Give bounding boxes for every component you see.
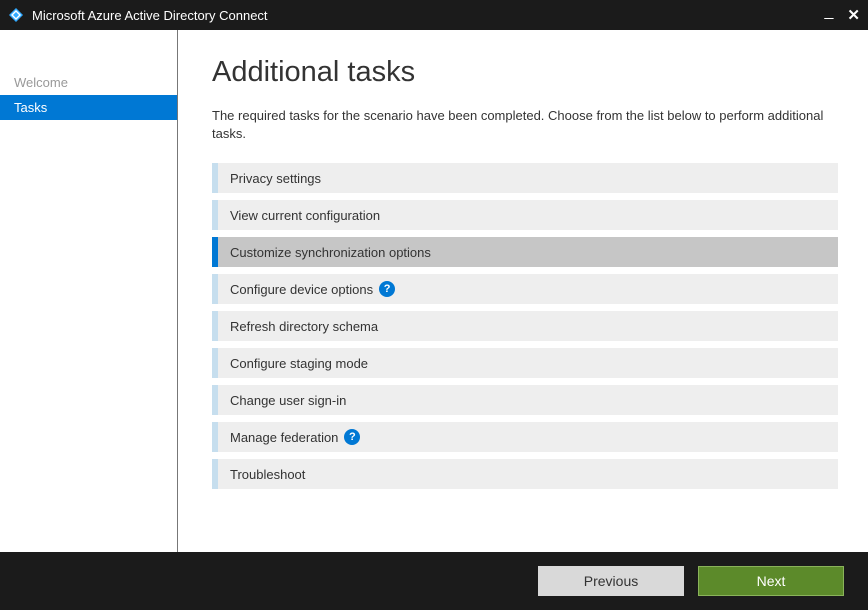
previous-button[interactable]: Previous [538, 566, 684, 596]
page-title: Additional tasks [212, 56, 838, 89]
task-label: View current configuration [218, 208, 380, 223]
task-item[interactable]: Privacy settings [212, 163, 838, 193]
task-label: Refresh directory schema [218, 319, 378, 334]
window-title: Microsoft Azure Active Directory Connect [32, 8, 825, 23]
task-item[interactable]: Troubleshoot [212, 459, 838, 489]
help-icon[interactable]: ? [379, 281, 395, 297]
footer: Previous Next [0, 552, 868, 610]
task-label: Manage federation [218, 430, 338, 445]
task-item[interactable]: Manage federation? [212, 422, 838, 452]
next-button[interactable]: Next [698, 566, 844, 596]
main-content: Additional tasks The required tasks for … [178, 30, 868, 552]
task-label: Privacy settings [218, 171, 321, 186]
task-label: Configure device options [218, 282, 373, 297]
task-label: Customize synchronization options [218, 245, 431, 260]
task-item[interactable]: Customize synchronization options [212, 237, 838, 267]
titlebar: Microsoft Azure Active Directory Connect… [0, 0, 868, 30]
close-button[interactable]: ✕ [847, 8, 860, 23]
sidebar-item-label: Welcome [14, 75, 68, 90]
window-controls: _ ✕ [825, 4, 860, 26]
task-list: Privacy settings View current configurati… [212, 163, 838, 489]
task-label: Change user sign-in [218, 393, 346, 408]
task-item[interactable]: Configure device options? [212, 274, 838, 304]
task-label: Configure staging mode [218, 356, 368, 371]
page-description: The required tasks for the scenario have… [212, 107, 838, 143]
task-item[interactable]: View current configuration [212, 200, 838, 230]
sidebar-item-label: Tasks [14, 100, 47, 115]
sidebar-item-tasks[interactable]: Tasks [0, 95, 177, 120]
task-label: Troubleshoot [218, 467, 305, 482]
task-item[interactable]: Refresh directory schema [212, 311, 838, 341]
sidebar-item-welcome[interactable]: Welcome [0, 70, 177, 95]
minimize-button[interactable]: _ [825, 4, 834, 26]
help-icon[interactable]: ? [344, 429, 360, 445]
sidebar: Welcome Tasks [0, 30, 178, 552]
app-icon [8, 7, 24, 23]
task-item[interactable]: Change user sign-in [212, 385, 838, 415]
task-item[interactable]: Configure staging mode [212, 348, 838, 378]
body-area: Welcome Tasks Additional tasks The requir… [0, 30, 868, 552]
